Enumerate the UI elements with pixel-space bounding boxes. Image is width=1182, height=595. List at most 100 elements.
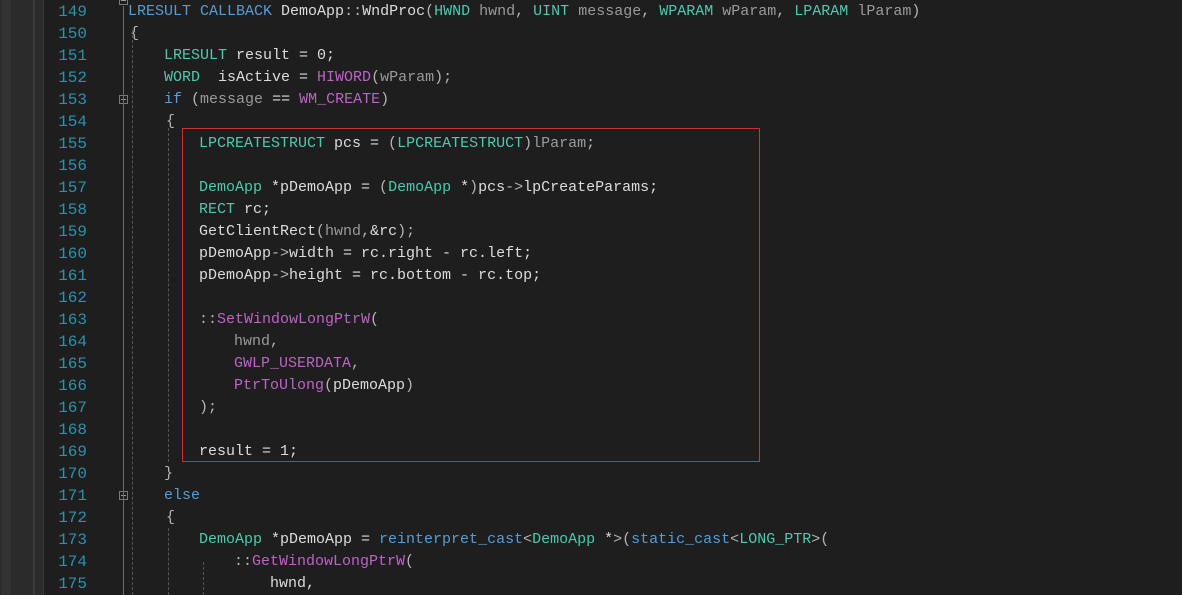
line-number: 150 [58, 25, 87, 43]
line-number: 155 [58, 135, 87, 153]
code-line[interactable]: 151 LRESULT result = 0; [0, 45, 1182, 67]
code-line[interactable]: 174::GetWindowLongPtrW( [0, 551, 1182, 573]
code-token: hwnd, [270, 575, 316, 592]
line-number: 166 [58, 377, 87, 395]
line-number: 149 [58, 3, 87, 21]
code-text[interactable]: WORD isActive = HIWORD(wParam); [164, 67, 452, 89]
code-text[interactable]: } [164, 463, 173, 485]
code-text[interactable]: ::GetWindowLongPtrW( [234, 551, 414, 573]
code-token: ( [405, 553, 415, 570]
code-token: :: [234, 553, 253, 570]
line-number: 160 [58, 245, 87, 263]
code-token: UINT [533, 3, 570, 20]
code-token: == [263, 91, 300, 108]
code-token: isActive = [200, 69, 318, 86]
line-number: 162 [58, 289, 87, 307]
code-text[interactable]: DemoApp *pDemoApp = reinterpret_cast<Dem… [199, 529, 829, 551]
line-number: 173 [58, 531, 87, 549]
code-token: ( [371, 69, 381, 86]
indent-guide [132, 30, 133, 595]
line-number: 174 [58, 553, 87, 571]
code-token: ( [425, 3, 435, 20]
code-token: < [523, 531, 533, 548]
code-token: , [515, 3, 534, 20]
code-token: wParam [722, 3, 777, 20]
collapse-toggle-icon[interactable] [119, 0, 128, 5]
code-line[interactable]: 149 LRESULT CALLBACK DemoApp::WndProc(HWN… [0, 1, 1182, 23]
code-text[interactable]: { [166, 507, 175, 529]
code-token: LONG_PTR [739, 531, 812, 548]
code-token: , [776, 3, 795, 20]
line-number: 152 [58, 69, 87, 87]
line-number: 168 [58, 421, 87, 439]
code-token: WPARAM [659, 3, 714, 20]
highlight-box [182, 128, 760, 462]
code-token: LPARAM [794, 3, 849, 20]
code-token: message [200, 91, 264, 108]
code-token: >( [613, 531, 632, 548]
line-number: 159 [58, 223, 87, 241]
line-number: 167 [58, 399, 87, 417]
line-number: 170 [58, 465, 87, 483]
line-number: 158 [58, 201, 87, 219]
code-line[interactable]: 172 { [0, 507, 1182, 529]
code-token: ( [191, 91, 201, 108]
code-text[interactable]: hwnd, [270, 573, 315, 595]
code-token: WM_CREATE [299, 91, 381, 108]
code-token: hwnd [479, 3, 516, 20]
code-token: message [578, 3, 642, 20]
code-token: < [730, 531, 740, 548]
code-token: *pDemoApp = [262, 531, 380, 548]
code-token: :: [344, 3, 363, 20]
code-line[interactable]: 173 DemoApp *pDemoApp = reinterpret_cast<… [0, 529, 1182, 551]
code-token: DemoApp [272, 3, 345, 20]
code-line[interactable]: 175 hwnd, [0, 573, 1182, 595]
code-text[interactable]: else [164, 485, 200, 507]
code-token: WndProc [362, 3, 426, 20]
code-text[interactable]: LRESULT result = 0; [164, 45, 335, 67]
code-token: * [595, 531, 614, 548]
code-line[interactable]: 170} [0, 463, 1182, 485]
code-token: } [164, 465, 174, 482]
indent-guide [168, 528, 169, 595]
code-token: ) [911, 3, 921, 20]
line-number: 154 [58, 113, 87, 131]
code-token: ); [434, 69, 453, 86]
indent-guide [203, 562, 204, 595]
code-token: >( [811, 531, 830, 548]
line-number: 151 [58, 47, 87, 65]
code-line[interactable]: 153 if (message == WM_CREATE) [0, 89, 1182, 111]
code-line[interactable]: 152 WORD isActive = HIWORD(wParam); [0, 67, 1182, 89]
code-token: result = 0; [227, 47, 336, 64]
indent-guide [168, 128, 169, 462]
code-token: if [164, 91, 183, 108]
line-number: 161 [58, 267, 87, 285]
code-text[interactable]: LRESULT CALLBACK DemoApp::WndProc(HWND h… [128, 1, 920, 23]
code-token: DemoApp [532, 531, 596, 548]
line-number: 169 [58, 443, 87, 461]
line-number: 171 [58, 487, 87, 505]
code-text[interactable]: if (message == WM_CREATE) [164, 89, 389, 111]
code-token: , [641, 3, 660, 20]
code-token: LRESULT [164, 47, 228, 64]
line-number: 153 [58, 91, 87, 109]
line-number: 172 [58, 509, 87, 527]
line-number: 156 [58, 157, 87, 175]
code-token: reinterpret_cast [379, 531, 524, 548]
code-token: wParam [380, 69, 435, 86]
code-token: CALLBACK [200, 3, 273, 20]
code-line[interactable]: 150{ [0, 23, 1182, 45]
code-token: ) [380, 91, 390, 108]
code-token: GetWindowLongPtrW [252, 553, 406, 570]
code-token: LRESULT [128, 3, 192, 20]
code-token: WORD [164, 69, 201, 86]
line-number: 163 [58, 311, 87, 329]
code-line[interactable]: 171 else [0, 485, 1182, 507]
code-token: static_cast [631, 531, 731, 548]
code-token: lParam [857, 3, 912, 20]
